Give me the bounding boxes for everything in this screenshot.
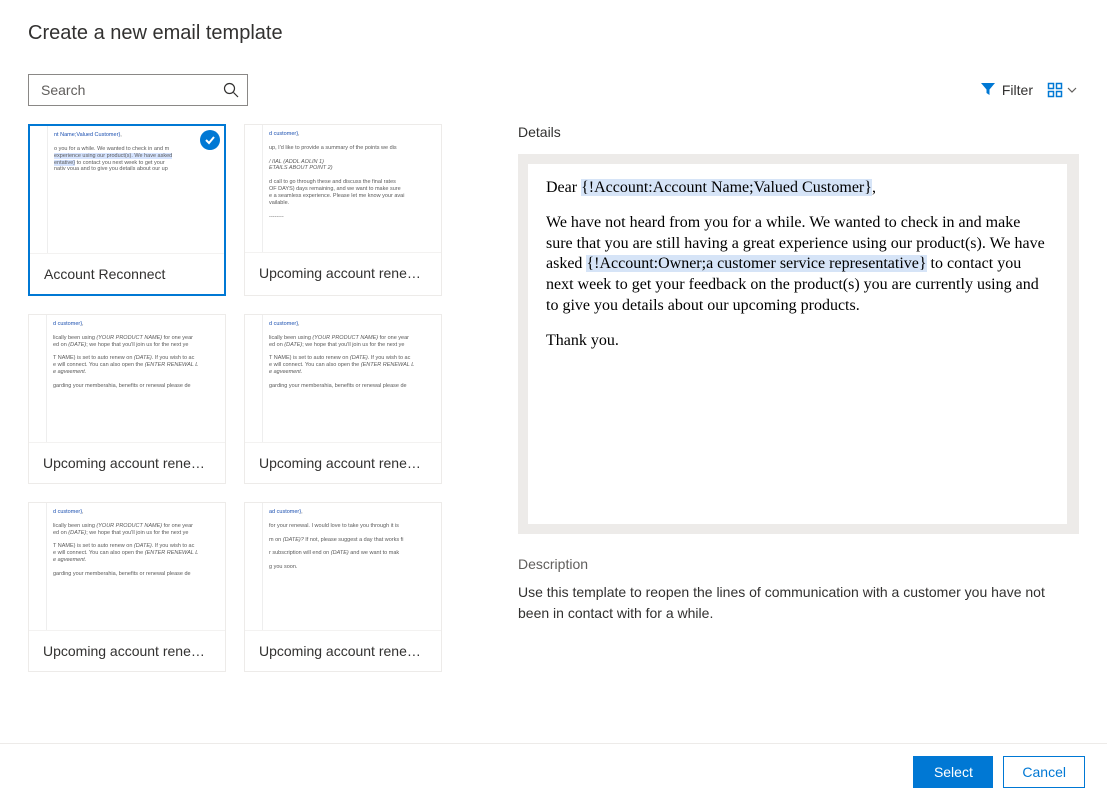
template-card[interactable]: d customer},up, I'd like to provide a su… <box>244 124 442 296</box>
selected-check-icon <box>200 130 220 150</box>
template-card[interactable]: ad customer},for your renewal. I would l… <box>244 502 442 672</box>
template-thumbnail: d customer},lically been using (YOUR PRO… <box>29 315 225 443</box>
template-thumbnail: ad customer},for your renewal. I would l… <box>245 503 441 631</box>
template-label: Account Reconnect <box>30 254 224 294</box>
details-heading: Details <box>518 124 1079 140</box>
template-thumbnail: d customer},lically been using (YOUR PRO… <box>245 315 441 443</box>
template-thumbnail: d customer},lically been using (YOUR PRO… <box>29 503 225 631</box>
filter-label: Filter <box>1002 82 1033 98</box>
chevron-down-icon <box>1065 83 1079 97</box>
search-input[interactable] <box>41 82 223 98</box>
template-thumbnail: d customer},up, I'd like to provide a su… <box>245 125 441 253</box>
template-card[interactable]: d customer},lically been using (YOUR PRO… <box>28 314 226 484</box>
preview-container: Dear {!Account:Account Name;Valued Custo… <box>518 154 1079 534</box>
select-button[interactable]: Select <box>913 756 993 788</box>
template-grid[interactable]: nt Name;Valued Customer},o you for a whi… <box>28 124 478 743</box>
template-label: Upcoming account renewa... <box>245 443 441 483</box>
preview-greeting-post: , <box>872 179 876 196</box>
merge-token-owner: {!Account:Owner;a customer service repre… <box>586 255 926 272</box>
email-preview: Dear {!Account:Account Name;Valued Custo… <box>528 164 1067 524</box>
search-box[interactable] <box>28 74 248 106</box>
template-label: Upcoming account renewa... <box>29 631 225 671</box>
template-card[interactable]: nt Name;Valued Customer},o you for a whi… <box>28 124 226 296</box>
filter-icon <box>980 81 996 100</box>
cancel-button[interactable]: Cancel <box>1003 756 1085 788</box>
dialog-title: Create a new email template <box>28 22 283 45</box>
merge-token-account-name: {!Account:Account Name;Valued Customer} <box>581 179 872 196</box>
preview-greeting-pre: Dear <box>546 179 581 196</box>
template-label: Upcoming account renewa... <box>245 253 441 293</box>
description-body: Use this template to reopen the lines of… <box>518 582 1079 624</box>
close-button[interactable] <box>1067 18 1079 48</box>
template-card[interactable]: d customer},lically been using (YOUR PRO… <box>28 502 226 672</box>
grid-icon <box>1047 82 1063 98</box>
search-icon <box>223 82 239 98</box>
template-label: Upcoming account renewa... <box>29 443 225 483</box>
view-switch-button[interactable] <box>1047 82 1079 98</box>
description-heading: Description <box>518 556 1079 572</box>
template-card[interactable]: d customer},lically been using (YOUR PRO… <box>244 314 442 484</box>
filter-button[interactable]: Filter <box>980 81 1033 100</box>
template-thumbnail: nt Name;Valued Customer},o you for a whi… <box>30 126 224 254</box>
template-label: Upcoming account renewa... <box>245 631 441 671</box>
preview-closing: Thank you. <box>546 331 1049 352</box>
